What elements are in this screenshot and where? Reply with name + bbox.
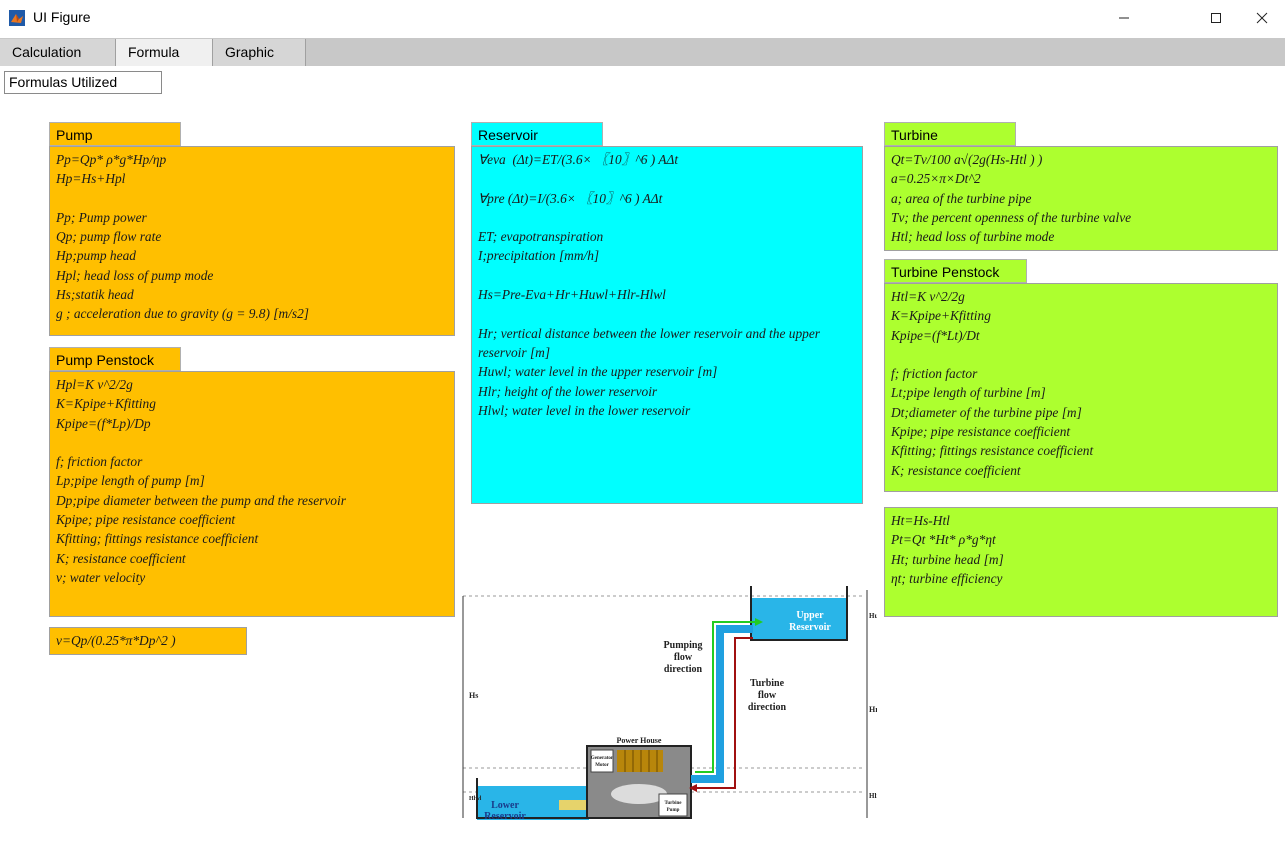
- maximize-button[interactable]: [1193, 0, 1239, 36]
- pump-header: Pump: [49, 122, 181, 146]
- formulas-utilized-label: Formulas Utilized: [4, 71, 162, 94]
- pump-penstock-formula-box: Hpl=K v^2/2g K=Kpipe+Kfitting Kpipe=(f*L…: [49, 371, 455, 617]
- generator-label: Generator: [591, 756, 614, 761]
- pumping-flow-label: Pumping: [664, 640, 703, 651]
- close-icon: [1256, 12, 1268, 24]
- minimize-button[interactable]: [1101, 0, 1147, 36]
- turbine-penstock-formula-box: Htl=K v^2/2g K=Kpipe+Kfitting Kpipe=(f*L…: [884, 283, 1278, 492]
- tab-graphic[interactable]: Graphic: [213, 39, 306, 66]
- upper-reservoir-label-2: Reservoir: [789, 622, 831, 633]
- motor-label: Motor: [595, 763, 609, 768]
- turbine-flow-label: Turbine: [750, 678, 785, 689]
- pump-formula-box: Pp=Qp* ρ*g*Hp/ηp Hp=Hs+Hpl Pp; Pump powe…: [49, 146, 455, 336]
- tab-calculation[interactable]: Calculation: [0, 39, 116, 66]
- turbine-header: Turbine: [884, 122, 1016, 146]
- turbine-label: Turbine: [664, 801, 682, 806]
- reservoir-header: Reservoir: [471, 122, 603, 146]
- minimize-icon: [1119, 17, 1129, 19]
- hlwl-dimension-label: Hlwl: [469, 796, 482, 802]
- title-bar: UI Figure: [0, 0, 1285, 38]
- tab-bar: Calculation Formula Graphic: [0, 38, 1285, 67]
- huwl-dimension-label: Huwl: [869, 612, 877, 620]
- upper-reservoir-label: Upper: [796, 610, 824, 621]
- pump-label: Pump: [667, 808, 680, 813]
- hlr-dimension-label: Hlr: [869, 792, 877, 800]
- pumping-flow-label-2: flow: [674, 652, 693, 663]
- velocity-formula-box: v=Qp/(0.25*π*Dp^2 ): [49, 627, 247, 655]
- maximize-icon: [1211, 13, 1221, 23]
- hs-dimension-label: Hs: [469, 691, 478, 700]
- turbine-power-formula-box: Ht=Hs-Htl Pt=Qt *Ht* ρ*g*ηt Ht; turbine …: [884, 507, 1278, 617]
- pumping-flow-label-3: direction: [664, 664, 703, 675]
- turbine-penstock-header: Turbine Penstock: [884, 259, 1027, 283]
- tab-formula[interactable]: Formula: [116, 39, 213, 67]
- close-button[interactable]: [1239, 0, 1285, 36]
- power-house-label: Power House: [617, 736, 662, 745]
- reservoir-formula-box: ∀eva (Δt)=ET/(3.6× 〖10〗^6 ) AΔt ∀pre (Δt…: [471, 146, 863, 504]
- lower-reservoir-label-2: Reservoir: [484, 811, 526, 820]
- turbine-flow-label-2: flow: [758, 690, 777, 701]
- matlab-icon: [9, 10, 25, 26]
- formula-panel: Formulas Utilized Pump Pp=Qp* ρ*g*Hp/ηp …: [0, 66, 1285, 855]
- lower-reservoir-label: Lower: [491, 800, 519, 811]
- hr-dimension-label: Hr: [869, 705, 877, 714]
- pumped-storage-diagram: Upper Reservoir Lower Reservoir Power Ho…: [455, 582, 877, 820]
- window-title: UI Figure: [33, 9, 91, 25]
- turbine-formula-box: Qt=Tv/100 a√(2g(Hs-Htl ) ) a=0.25×π×Dt^2…: [884, 146, 1278, 251]
- turbine-flow-label-3: direction: [748, 702, 787, 713]
- pump-penstock-header: Pump Penstock: [49, 347, 181, 371]
